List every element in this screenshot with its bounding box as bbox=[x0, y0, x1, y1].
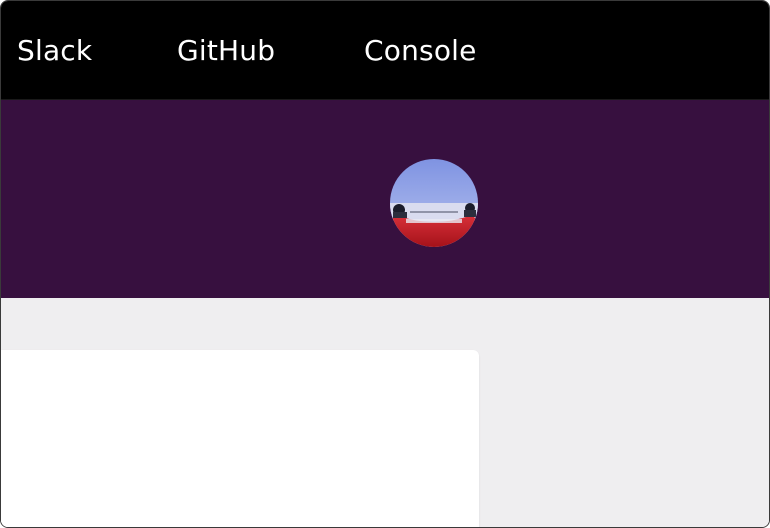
content-card bbox=[1, 350, 479, 527]
nav-link-console[interactable]: Console bbox=[364, 31, 477, 71]
profile-banner bbox=[1, 100, 769, 298]
app-window: Slack GitHub Console bbox=[0, 0, 770, 528]
main-content bbox=[1, 298, 769, 527]
nav-link-github[interactable]: GitHub bbox=[177, 31, 275, 71]
user-avatar[interactable] bbox=[390, 159, 478, 247]
avatar-photo-icon bbox=[390, 159, 478, 247]
nav-link-slack[interactable]: Slack bbox=[17, 31, 92, 71]
top-navigation: Slack GitHub Console bbox=[1, 1, 769, 100]
